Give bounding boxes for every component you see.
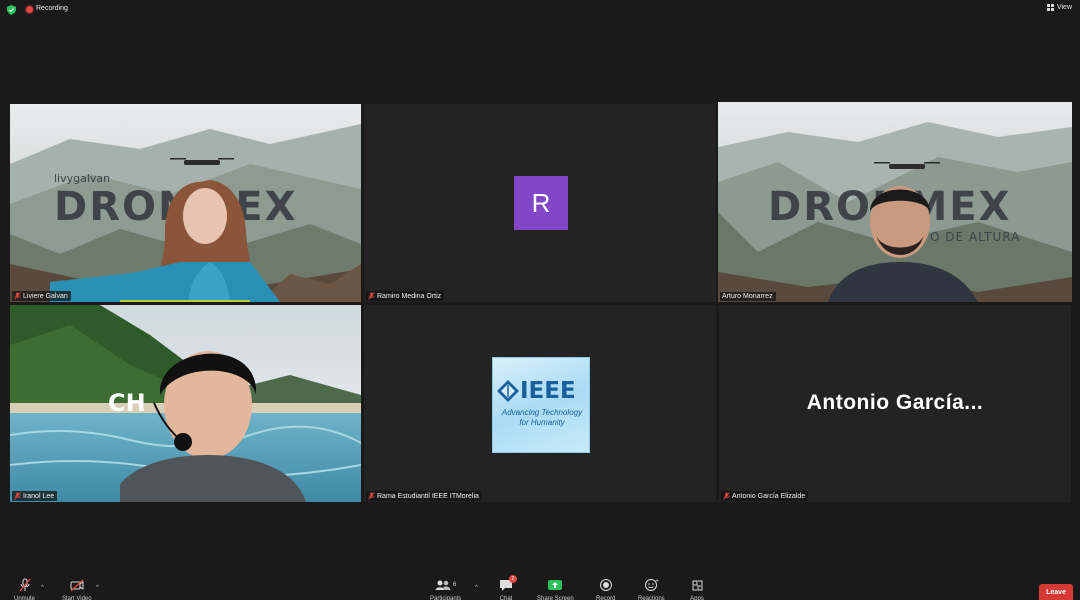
participant-name-tag: Ramiro Medina Ortiz xyxy=(366,291,445,301)
ieee-logo-text: IEEE xyxy=(520,378,576,404)
video-tile-liviere-galvan[interactable]: livygalvan DRONMEX Liviere Galvan xyxy=(10,104,361,302)
share-screen-icon xyxy=(548,580,563,590)
record-button[interactable]: Record xyxy=(596,578,615,600)
mic-muted-icon xyxy=(14,292,21,300)
participant-name: Iranol Lee xyxy=(23,492,55,500)
chat-unread-badge: 2 xyxy=(509,575,517,583)
video-tile-ramiro-medina-ortiz[interactable]: R Ramiro Medina Ortiz xyxy=(364,104,716,302)
top-bar: Recording View xyxy=(0,0,1080,20)
participant-name: Liviere Galvan xyxy=(23,292,68,300)
participant-name-tag: Antonio García Elizalde xyxy=(721,491,809,501)
start-video-label: Start Video xyxy=(62,596,92,600)
avatar: R xyxy=(514,176,568,230)
apps-label: Apps xyxy=(690,596,704,600)
grid-view-icon xyxy=(1046,4,1054,11)
participant-video xyxy=(828,186,978,302)
ieee-diamond-icon xyxy=(497,380,519,402)
view-label: View xyxy=(1056,4,1072,11)
ieee-tagline-line1: Advancing Technology xyxy=(501,408,583,417)
mic-muted-icon xyxy=(14,492,21,500)
unmute-label: Unmute xyxy=(14,596,36,600)
mic-muted-icon xyxy=(723,492,730,500)
participant-video xyxy=(120,351,306,502)
participants-count: 6 xyxy=(453,582,457,588)
audio-options-caret-icon[interactable]: ^ xyxy=(41,585,44,591)
participant-name: Ramiro Medina Ortiz xyxy=(377,292,442,300)
meeting-window: Recording View livygalvan DRONMEX xyxy=(0,0,1080,600)
participants-icon xyxy=(435,580,451,590)
apps-button[interactable]: Apps xyxy=(689,578,705,600)
start-video-button[interactable]: Start Video xyxy=(62,578,92,600)
svg-text:+: + xyxy=(655,578,659,584)
participants-options-caret-icon[interactable]: ^ xyxy=(475,585,478,591)
participants-button[interactable]: 6 Participants xyxy=(430,578,461,600)
participant-name-tag: Arturo Monarrez xyxy=(720,292,776,301)
ieee-logo: IEEE Advancing Technology for Humanity xyxy=(492,357,590,453)
participant-name: Arturo Monarrez xyxy=(722,293,773,300)
participant-name: Rama Estudiantil IEEE ITMorelia xyxy=(377,492,479,500)
speaking-indicator xyxy=(120,300,250,302)
video-tile-antonio-garcia-elizalde[interactable]: Antonio García... Antonio García Elizald… xyxy=(719,305,1071,502)
participant-name-tag: Iranol Lee xyxy=(12,491,58,501)
view-button[interactable]: View xyxy=(1046,4,1072,11)
meeting-toolbar: Unmute ^ Start Video ^ 6 Participants ^ … xyxy=(0,575,1080,600)
ieee-tagline-line2: for Humanity xyxy=(519,418,565,427)
video-off-icon xyxy=(70,579,84,592)
participant-name-tag: Liviere Galvan xyxy=(12,291,71,301)
reactions-label: Reactions xyxy=(638,596,665,600)
chat-icon-wrapper: 2 xyxy=(498,575,517,592)
participant-name-tag: Rama Estudiantil IEEE ITMorelia xyxy=(366,491,482,501)
recording-label: Recording xyxy=(36,5,68,12)
chat-label: Chat xyxy=(499,596,513,600)
video-options-caret-icon[interactable]: ^ xyxy=(96,585,99,591)
encryption-shield-icon[interactable] xyxy=(7,5,16,15)
mic-muted-icon xyxy=(19,578,30,592)
participant-display-name: Antonio García... xyxy=(806,391,984,414)
video-tile-arturo-monarrez[interactable]: DRONMEX O DE ALTURA Arturo Monarrez xyxy=(718,102,1072,302)
unmute-button[interactable]: Unmute xyxy=(14,578,35,600)
recording-indicator-icon xyxy=(26,6,33,13)
record-icon xyxy=(599,579,612,591)
share-screen-button[interactable]: Share Screen xyxy=(537,578,574,600)
participants-label: Participants xyxy=(430,596,462,600)
mic-muted-icon xyxy=(368,292,375,300)
leave-button[interactable]: Leave xyxy=(1039,584,1073,600)
video-tile-iranol-lee[interactable]: CH Iranol Lee xyxy=(10,305,361,502)
reactions-smiley-icon: + xyxy=(645,578,659,591)
chat-button[interactable]: 2 Chat xyxy=(498,575,517,600)
participant-name: Antonio García Elizalde xyxy=(732,492,806,500)
video-tile-rama-estudiantil-ieee[interactable]: IEEE Advancing Technology for Humanity R… xyxy=(364,305,716,502)
reactions-button[interactable]: + Reactions xyxy=(638,578,665,600)
record-label: Record xyxy=(596,596,616,600)
participant-video xyxy=(50,180,280,302)
share-screen-label: Share Screen xyxy=(537,596,574,600)
mic-muted-icon xyxy=(368,492,375,500)
apps-icon xyxy=(692,580,703,591)
